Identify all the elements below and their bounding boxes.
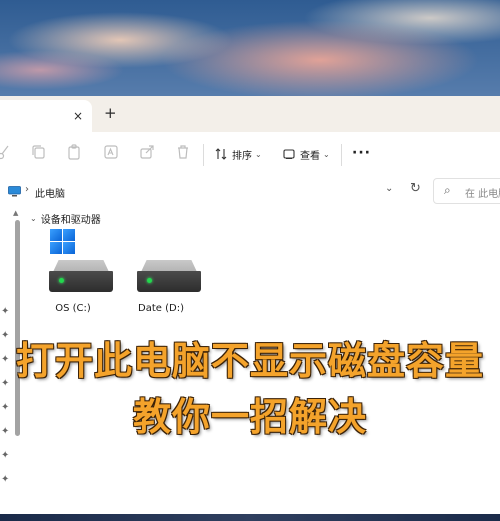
hard-drive-icon [49,260,113,292]
drive-label: OS (C:) [55,303,91,314]
address-field[interactable]: › 此电脑 ⌄ ↻ [0,178,427,204]
windows-logo-icon [50,229,75,254]
sort-label: 排序 [232,150,252,162]
breadcrumb-this-pc[interactable]: 此电脑 [35,185,65,200]
file-explorer-window: × + 排序 ⌄ 查看 ⌄ ··· › 此电脑 ⌄ ↻ ⌕ 在 此电 ▲ ✦ ✦… [0,96,500,514]
more-options-button[interactable]: ··· [352,145,371,161]
delete-icon[interactable] [174,143,192,161]
search-icon: ⌕ [444,183,451,197]
pin-icon[interactable]: ✦ [1,474,9,485]
paste-icon[interactable] [65,143,83,161]
search-input[interactable]: ⌕ 在 此电脑 [433,178,500,204]
devices-group-header[interactable]: ⌄ 设备和驱动器 [30,211,101,226]
drive-c[interactable]: OS (C:) [28,228,118,320]
chevron-down-icon: ⌄ [323,149,330,159]
tab-this-pc[interactable]: × [0,100,92,132]
view-button[interactable]: 查看 ⌄ [282,144,330,164]
hard-drive-icon [137,260,201,292]
pin-icon[interactable]: ✦ [1,450,9,461]
overlay-title-line2: 教你一招解决 [132,395,367,439]
toolbar-separator [341,144,342,166]
this-pc-icon [8,186,21,197]
rename-icon[interactable] [102,143,120,161]
search-placeholder: 在 此电脑 [465,189,500,200]
address-history-dropdown-icon[interactable]: ⌄ [385,183,393,194]
sort-button[interactable]: 排序 ⌄ [214,144,262,164]
share-icon[interactable] [138,143,156,161]
command-bar: 排序 ⌄ 查看 ⌄ ··· [0,132,500,177]
copy-icon[interactable] [30,143,48,161]
toolbar-separator [203,144,204,166]
chevron-down-icon: ⌄ [255,149,262,159]
address-bar: › 此电脑 ⌄ ↻ ⌕ 在 此电脑 [0,176,500,206]
drive-d[interactable]: Date (D:) [116,228,206,320]
new-tab-button[interactable]: + [104,106,117,121]
sort-icon [215,148,227,160]
overlay-title-line1: 打开此电脑不显示磁盘容量 [15,339,484,383]
view-icon [283,149,295,159]
cut-icon[interactable] [0,143,12,161]
pin-icon[interactable]: ✦ [1,306,9,317]
devices-group-title: 设备和驱动器 [40,215,101,226]
drive-label: Date (D:) [138,303,184,314]
chevron-down-icon: ⌄ [30,214,37,223]
view-label: 查看 [300,150,320,162]
taskbar-edge [0,514,500,521]
breadcrumb-chevron-icon[interactable]: › [25,184,29,195]
refresh-icon[interactable]: ↻ [410,181,421,196]
tab-bar: × + [0,96,500,132]
scroll-up-icon[interactable]: ▲ [13,209,18,217]
tab-close-icon[interactable]: × [73,109,83,123]
